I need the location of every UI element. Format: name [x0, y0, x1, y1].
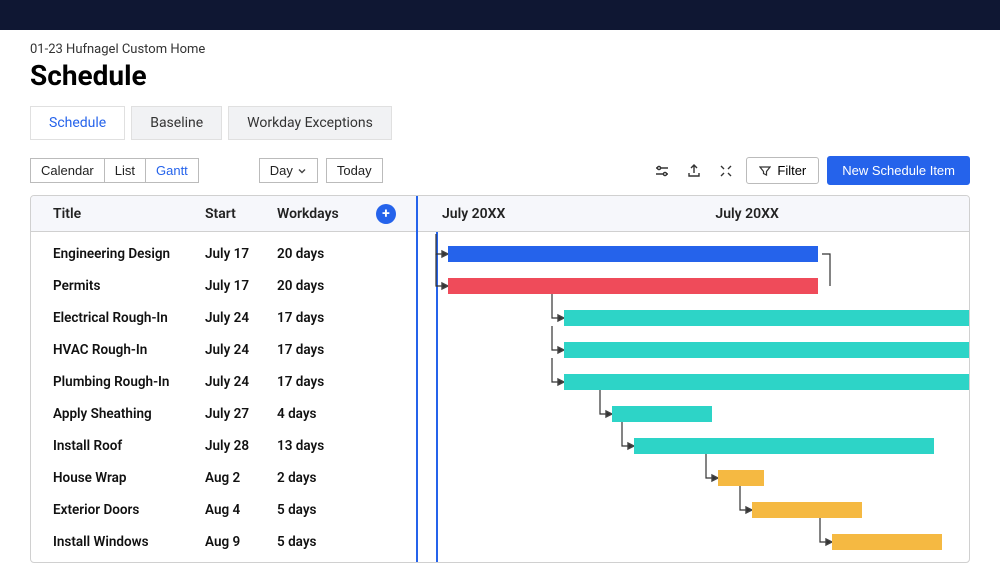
task-workdays: 17 days [277, 342, 372, 358]
task-workdays: 20 days [277, 278, 372, 294]
section-tabs: Schedule Baseline Workday Exceptions [30, 106, 970, 140]
task-row[interactable]: Install RoofJuly 2813 days [31, 430, 416, 462]
view-gantt[interactable]: Gantt [146, 158, 199, 183]
filter-button[interactable]: Filter [746, 157, 819, 184]
task-list-pane: Title Start Workdays + Engineering Desig… [31, 196, 416, 562]
task-row[interactable]: Exterior DoorsAug 45 days [31, 494, 416, 526]
task-row[interactable]: Install WindowsAug 95 days [31, 526, 416, 558]
task-row[interactable]: Electrical Rough-InJuly 2417 days [31, 302, 416, 334]
gantt-container: Title Start Workdays + Engineering Desig… [30, 195, 970, 563]
task-title: HVAC Rough-In [53, 342, 205, 358]
task-workdays: 20 days [277, 246, 372, 262]
gantt-bar[interactable] [448, 278, 818, 294]
task-row[interactable]: Apply SheathingJuly 274 days [31, 398, 416, 430]
today-button[interactable]: Today [326, 158, 383, 183]
timeline-header-1: July 20XX [442, 206, 505, 222]
task-workdays: 4 days [277, 406, 372, 422]
task-title: Permits [53, 278, 205, 294]
scale-select[interactable]: Day [259, 158, 318, 183]
gantt-bar[interactable] [752, 502, 862, 518]
task-start: July 17 [205, 278, 277, 294]
task-start: July 24 [205, 342, 277, 358]
task-title: Plumbing Rough-In [53, 374, 205, 390]
gantt-bar[interactable] [564, 374, 969, 390]
tab-baseline[interactable]: Baseline [131, 106, 222, 140]
task-title: Apply Sheathing [53, 406, 205, 422]
project-name: 01-23 Hufnagel Custom Home [30, 42, 970, 57]
view-list[interactable]: List [105, 158, 146, 183]
tab-schedule[interactable]: Schedule [30, 106, 125, 140]
task-start: July 28 [205, 438, 277, 454]
task-start: July 27 [205, 406, 277, 422]
task-start: July 24 [205, 310, 277, 326]
gantt-bar[interactable] [718, 470, 764, 486]
col-header-title[interactable]: Title [53, 206, 205, 222]
task-row[interactable]: HVAC Rough-InJuly 2417 days [31, 334, 416, 366]
gantt-bar[interactable] [612, 406, 712, 422]
collapse-icon[interactable] [714, 159, 738, 183]
filter-icon [759, 165, 771, 177]
tab-workday-exceptions[interactable]: Workday Exceptions [228, 106, 392, 140]
task-workdays: 2 days [277, 470, 372, 486]
task-start: July 17 [205, 246, 277, 262]
task-workdays: 17 days [277, 374, 372, 390]
view-toggle: Calendar List Gantt [30, 158, 199, 183]
view-calendar[interactable]: Calendar [30, 158, 105, 183]
col-header-workdays[interactable]: Workdays [277, 206, 372, 222]
timeline-pane[interactable]: July 20XX July 20XX [416, 196, 969, 562]
filter-label: Filter [777, 163, 806, 178]
task-title: Electrical Rough-In [53, 310, 205, 326]
col-header-start[interactable]: Start [205, 206, 277, 222]
task-title: Exterior Doors [53, 502, 205, 518]
task-title: House Wrap [53, 470, 205, 486]
share-icon[interactable] [682, 159, 706, 183]
settings-sliders-icon[interactable] [650, 159, 674, 183]
task-row[interactable]: Engineering DesignJuly 1720 days [31, 232, 416, 270]
new-schedule-item-button[interactable]: New Schedule Item [827, 156, 970, 185]
gantt-bar[interactable] [634, 438, 934, 454]
top-navbar [0, 0, 1000, 30]
task-start: Aug 2 [205, 470, 277, 486]
task-row[interactable]: Plumbing Rough-InJuly 2417 days [31, 366, 416, 398]
task-start: Aug 9 [205, 534, 277, 550]
toolbar: Calendar List Gantt Day Today Filter New… [30, 156, 970, 185]
gantt-bar[interactable] [448, 246, 818, 262]
task-title: Engineering Design [53, 246, 205, 262]
gantt-bar[interactable] [564, 342, 969, 358]
task-start: Aug 4 [205, 502, 277, 518]
task-workdays: 5 days [277, 502, 372, 518]
scale-label: Day [270, 163, 293, 178]
task-title: Install Roof [53, 438, 205, 454]
task-row[interactable]: House WrapAug 22 days [31, 462, 416, 494]
chevron-down-icon [297, 166, 307, 176]
task-title: Install Windows [53, 534, 205, 550]
timeline-header-2: July 20XX [715, 206, 778, 222]
gantt-bar[interactable] [832, 534, 942, 550]
task-workdays: 17 days [277, 310, 372, 326]
task-workdays: 13 days [277, 438, 372, 454]
gantt-bar[interactable] [564, 310, 969, 326]
task-start: July 24 [205, 374, 277, 390]
task-workdays: 5 days [277, 534, 372, 550]
page-title: Schedule [30, 59, 970, 92]
task-row[interactable]: PermitsJuly 1720 days [31, 270, 416, 302]
add-column-button[interactable]: + [376, 204, 396, 224]
